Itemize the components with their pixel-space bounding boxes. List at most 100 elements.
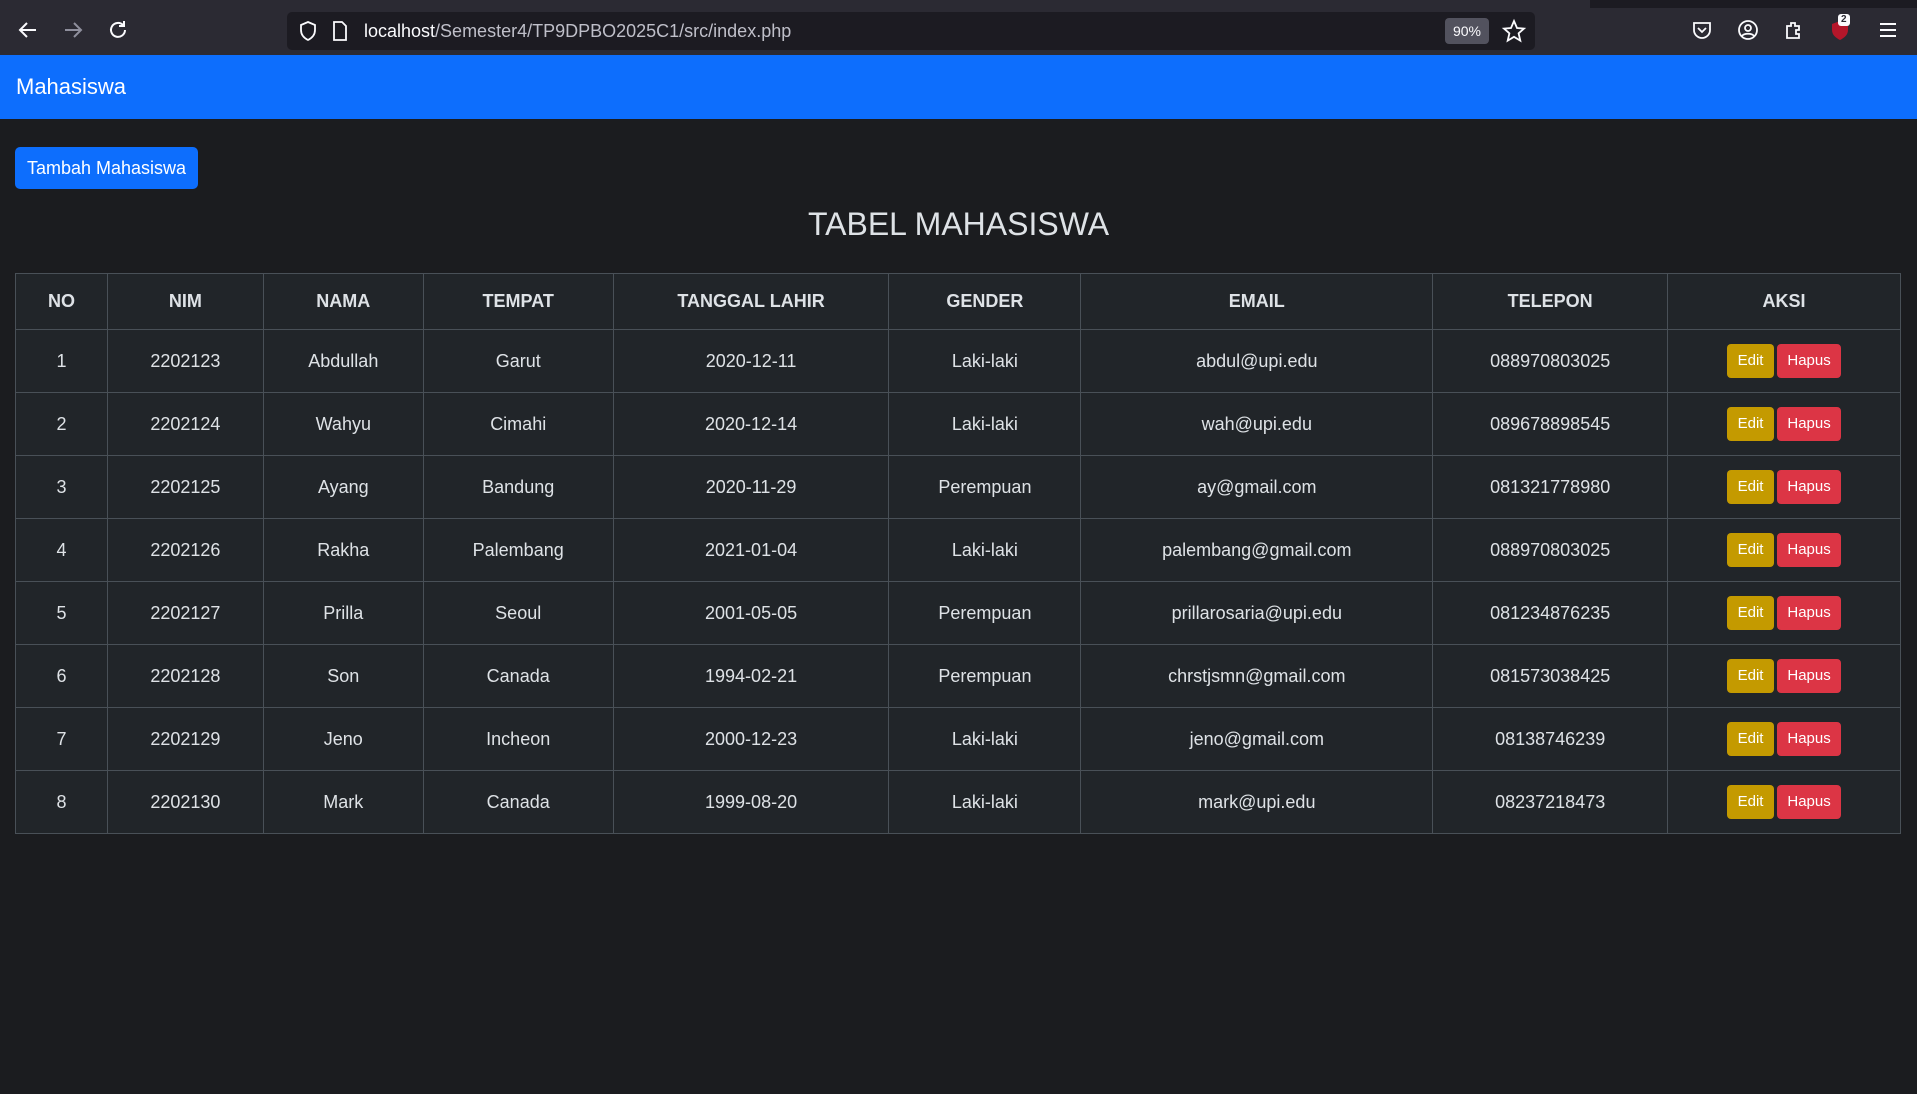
- url-text[interactable]: localhost/Semester4/TP9DPBO2025C1/src/in…: [364, 21, 791, 42]
- cell-telepon: 081321778980: [1432, 455, 1669, 519]
- account-icon[interactable]: [1732, 14, 1764, 46]
- cell-nama: Son: [262, 644, 424, 708]
- cell-tempat: Palembang: [422, 518, 614, 582]
- cell-actions: Edit Hapus: [1667, 707, 1901, 771]
- header-col-nim: NIM: [106, 273, 264, 330]
- header-col-aksi: AKSI: [1667, 273, 1901, 330]
- cell-no: 4: [15, 518, 108, 582]
- back-icon[interactable]: [12, 14, 44, 46]
- cell-email: wah@upi.edu: [1080, 392, 1434, 456]
- edit-button[interactable]: Edit: [1727, 470, 1775, 504]
- cell-nim: 2202123: [106, 329, 264, 393]
- cell-telepon: 081573038425: [1432, 644, 1669, 708]
- cell-tanggal-lahir: 1994-02-21: [612, 644, 890, 708]
- cell-gender: Perempuan: [888, 644, 1082, 708]
- cell-tempat: Cimahi: [422, 392, 614, 456]
- cell-telepon: 08138746239: [1432, 707, 1669, 771]
- cell-nama: Ayang: [262, 455, 424, 519]
- cell-actions: Edit Hapus: [1667, 770, 1901, 834]
- forward-icon[interactable]: [57, 14, 89, 46]
- cell-email: jeno@gmail.com: [1080, 707, 1434, 771]
- table-row: 1 2202123 Abdullah Garut 2020-12-11 Laki-laki…: [15, 329, 1901, 393]
- cell-actions: Edit Hapus: [1667, 644, 1901, 708]
- cell-tempat: Seoul: [422, 581, 614, 645]
- page-title: TABEL MAHASISWA: [807, 206, 1110, 242]
- delete-button[interactable]: Hapus: [1777, 659, 1842, 693]
- cell-tempat: Garut: [422, 329, 614, 393]
- cell-tempat: Canada: [422, 644, 614, 708]
- cell-email: prillarosaria@upi.edu: [1080, 581, 1434, 645]
- table-row: 3 2202125 Ayang Bandung 2020-11-29 Perempuan a…: [15, 455, 1901, 519]
- zoom-level-badge[interactable]: 90%: [1445, 18, 1489, 44]
- edit-button[interactable]: Edit: [1727, 659, 1775, 693]
- cell-telepon: 088970803025: [1432, 329, 1669, 393]
- url-host: localhost: [364, 21, 436, 41]
- table-row: 7 2202129 Jeno Incheon 2000-12-23 Laki-laki je…: [15, 707, 1901, 771]
- cell-nama: Jeno: [262, 707, 424, 771]
- edit-button[interactable]: Edit: [1727, 722, 1775, 756]
- cell-email: abdul@upi.edu: [1080, 329, 1434, 393]
- edit-button[interactable]: Edit: [1727, 407, 1775, 441]
- menu-icon[interactable]: [1872, 14, 1904, 46]
- cell-tanggal-lahir: 2021-01-04: [612, 518, 890, 582]
- delete-button[interactable]: Hapus: [1777, 407, 1842, 441]
- cell-nim: 2202127: [106, 581, 264, 645]
- delete-button[interactable]: Hapus: [1777, 533, 1842, 567]
- delete-button[interactable]: Hapus: [1777, 470, 1842, 504]
- header-col-tempat: TEMPAT: [422, 273, 614, 330]
- pocket-icon[interactable]: [1686, 14, 1718, 46]
- cell-actions: Edit Hapus: [1667, 455, 1901, 519]
- header-col-nama: NAMA: [262, 273, 424, 330]
- cell-nim: 2202130: [106, 770, 264, 834]
- header-col-email: EMAIL: [1080, 273, 1434, 330]
- table-header-row: NO NIM NAMA TEMPAT TANGGAL LAHIR GENDER EMAIL T…: [15, 273, 1901, 330]
- cell-telepon: 081234876235: [1432, 581, 1669, 645]
- shield-icon[interactable]: [297, 20, 319, 42]
- cell-no: 2: [15, 392, 108, 456]
- edit-button[interactable]: Edit: [1727, 596, 1775, 630]
- cell-gender: Perempuan: [888, 455, 1082, 519]
- cell-tanggal-lahir: 2001-05-05: [612, 581, 890, 645]
- table-row: 4 2202126 Rakha Palembang 2021-01-04 Laki-lak…: [15, 518, 1901, 582]
- url-bar[interactable]: localhost/Semester4/TP9DPBO2025C1/src/in…: [287, 12, 1535, 50]
- url-path: /Semester4/TP9DPBO2025C1/src/index.php: [435, 21, 792, 41]
- cell-nim: 2202128: [106, 644, 264, 708]
- edit-button[interactable]: Edit: [1727, 344, 1775, 378]
- star-icon[interactable]: [1501, 18, 1527, 44]
- extensions-icon[interactable]: [1778, 14, 1810, 46]
- header-col-telepon: TELEPON: [1432, 273, 1669, 330]
- delete-button[interactable]: Hapus: [1777, 785, 1842, 819]
- edit-button[interactable]: Edit: [1727, 533, 1775, 567]
- header-col-gender: GENDER: [888, 273, 1082, 330]
- cell-gender: Laki-laki: [888, 707, 1082, 771]
- cell-gender: Perempuan: [888, 581, 1082, 645]
- cell-telepon: 08237218473: [1432, 770, 1669, 834]
- cell-nim: 2202129: [106, 707, 264, 771]
- reload-icon[interactable]: [102, 14, 134, 46]
- cell-no: 5: [15, 581, 108, 645]
- cell-tanggal-lahir: 2000-12-23: [612, 707, 890, 771]
- cell-actions: Edit Hapus: [1667, 518, 1901, 582]
- delete-button[interactable]: Hapus: [1777, 596, 1842, 630]
- edit-button[interactable]: Edit: [1727, 785, 1775, 819]
- cell-actions: Edit Hapus: [1667, 581, 1901, 645]
- add-student-button[interactable]: Tambah Mahasiswa: [15, 147, 198, 189]
- navbar-brand[interactable]: Mahasiswa: [16, 74, 126, 100]
- cell-tempat: Canada: [422, 770, 614, 834]
- table-row: 2 2202124 Wahyu Cimahi 2020-12-14 Laki-laki wa…: [15, 392, 1901, 456]
- delete-button[interactable]: Hapus: [1777, 344, 1842, 378]
- cell-email: chrstjsmn@gmail.com: [1080, 644, 1434, 708]
- cell-telepon: 089678898545: [1432, 392, 1669, 456]
- cell-nama: Wahyu: [262, 392, 424, 456]
- delete-button[interactable]: Hapus: [1777, 722, 1842, 756]
- active-tab[interactable]: [0, 0, 1590, 8]
- cell-nama: Prilla: [262, 581, 424, 645]
- cell-gender: Laki-laki: [888, 518, 1082, 582]
- cell-actions: Edit Hapus: [1667, 392, 1901, 456]
- cell-email: ay@gmail.com: [1080, 455, 1434, 519]
- page-icon[interactable]: [329, 20, 351, 42]
- cell-no: 6: [15, 644, 108, 708]
- cell-tanggal-lahir: 1999-08-20: [612, 770, 890, 834]
- cell-no: 7: [15, 707, 108, 771]
- app-navbar: Mahasiswa: [0, 55, 1917, 119]
